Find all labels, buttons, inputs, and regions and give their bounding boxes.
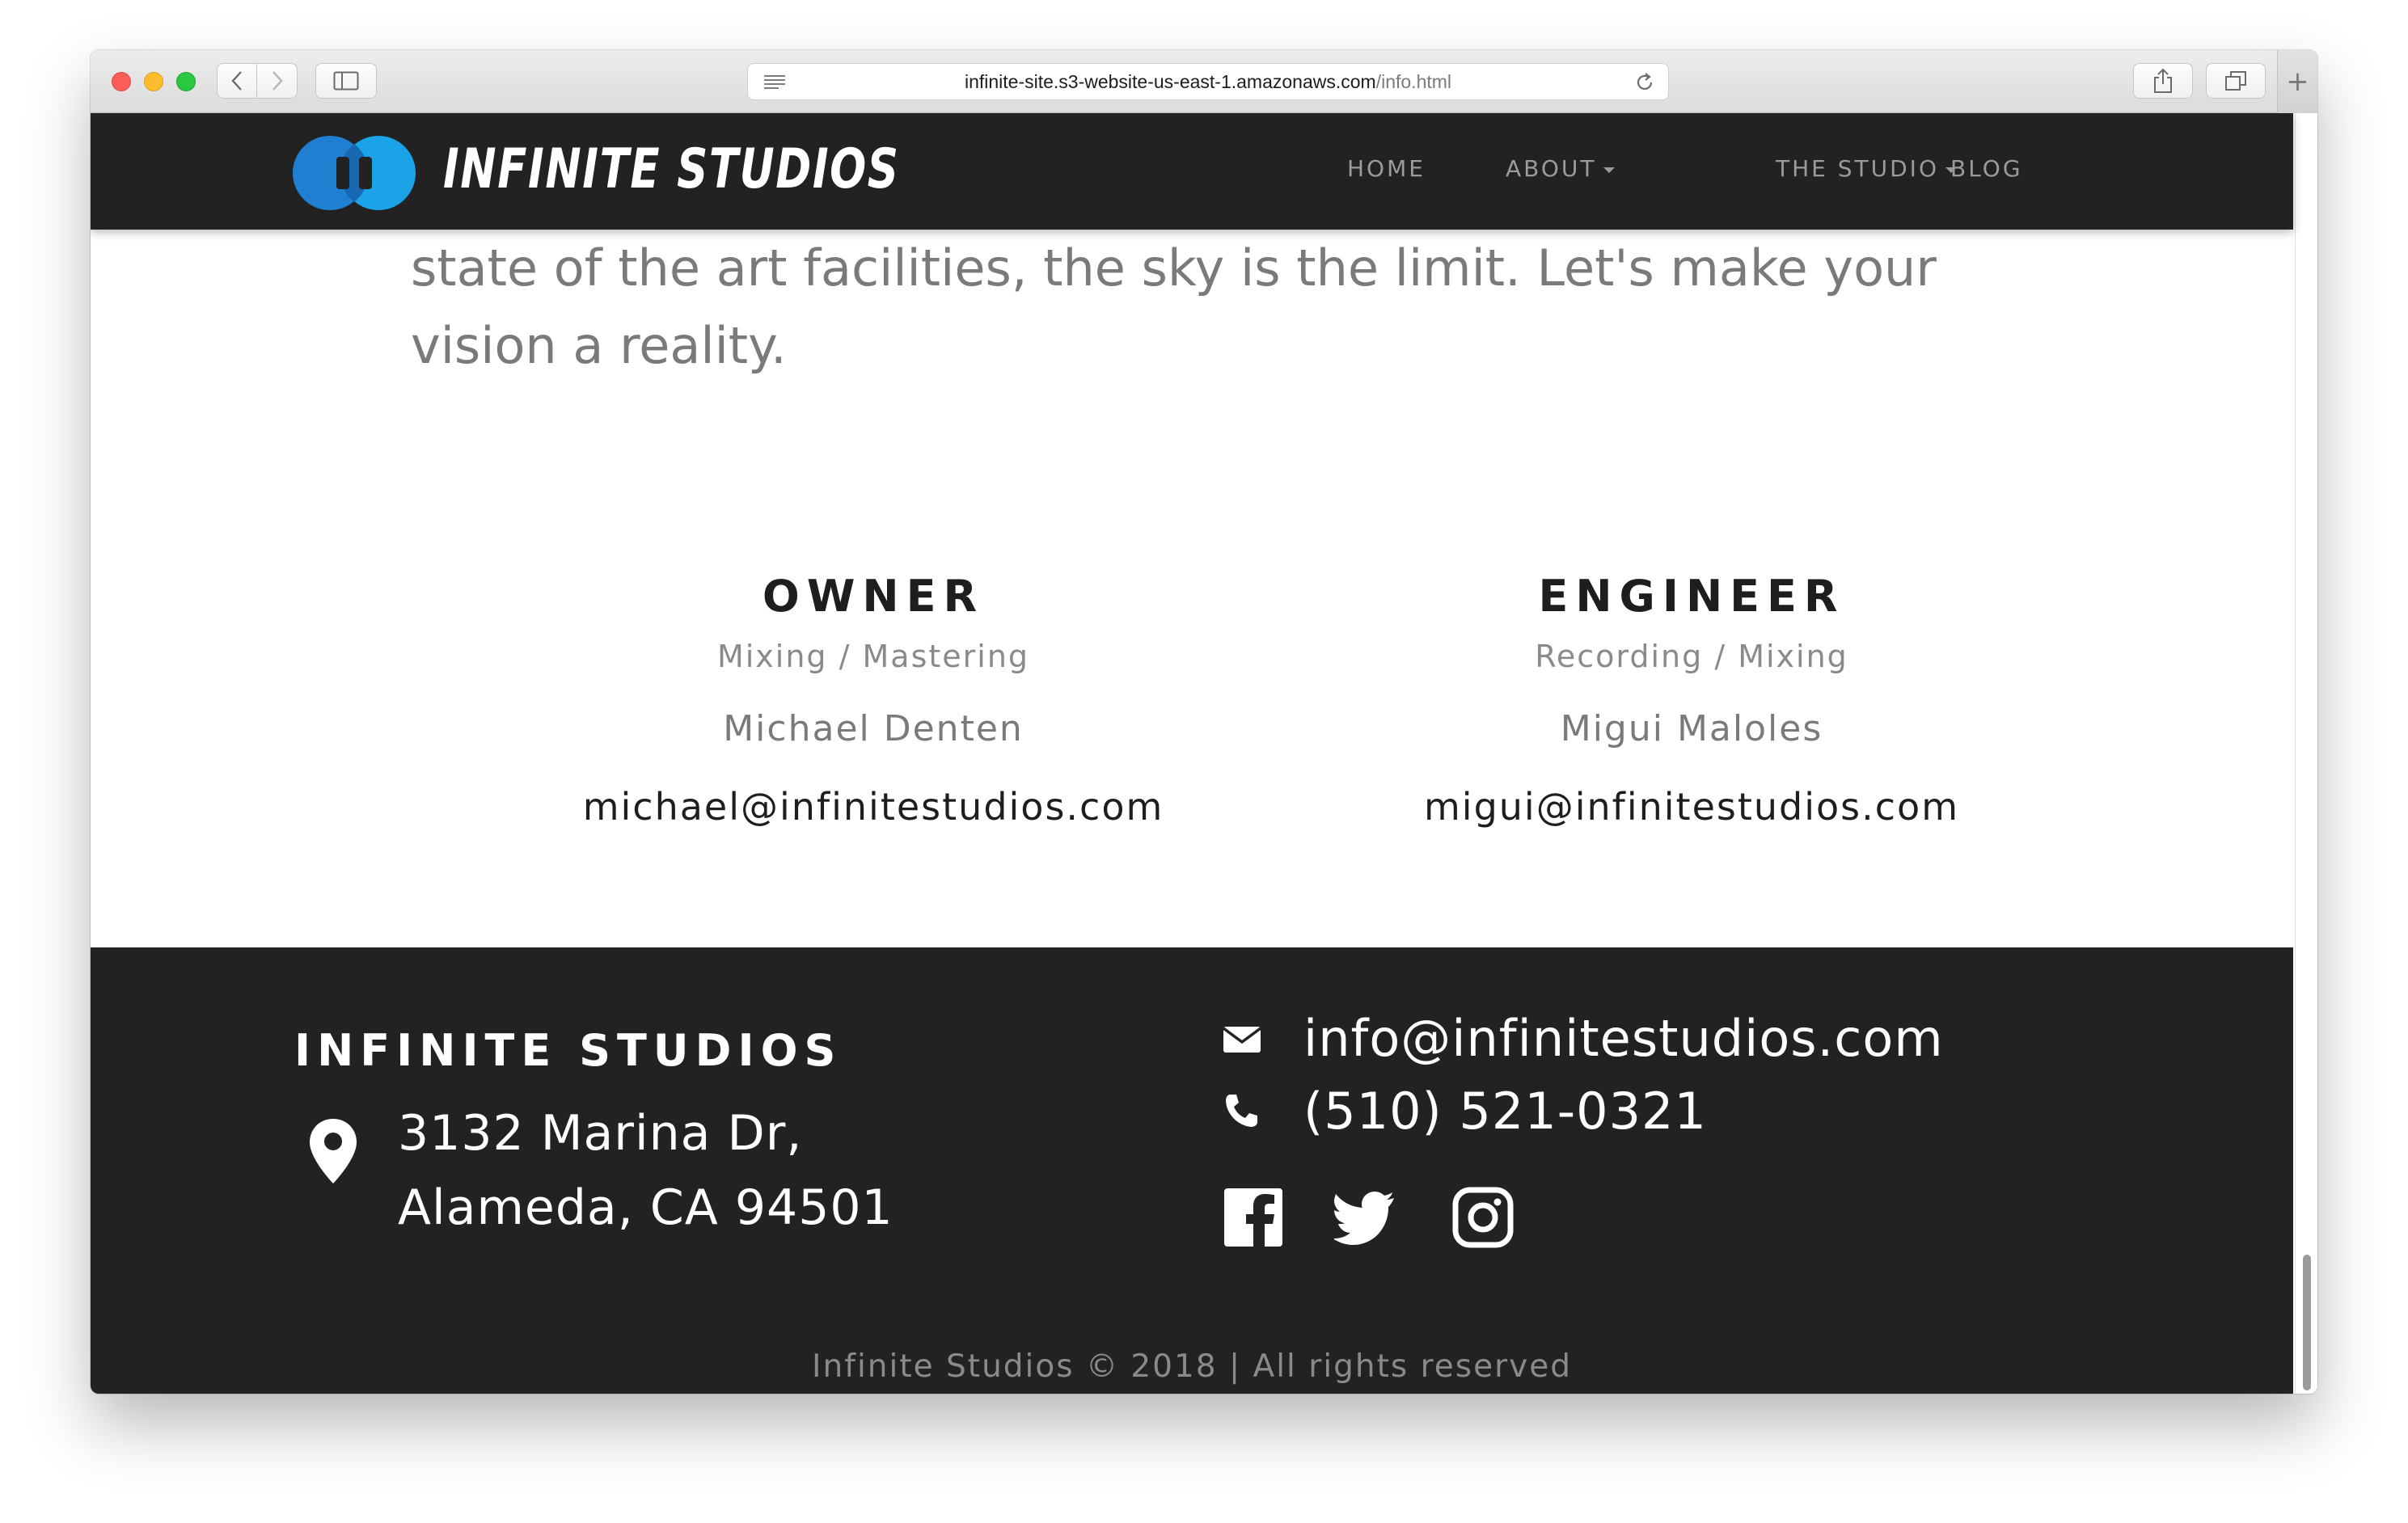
chevron-left-icon: [231, 71, 242, 91]
staff-card-engineer: ENGINEER Recording / Mixing Migui Malole…: [1360, 566, 2023, 831]
intro-line-2: vision a reality.: [411, 316, 787, 375]
caret-down-icon: [1603, 167, 1615, 173]
instagram-icon[interactable]: [1452, 1187, 1514, 1248]
footer-address: 3132 Marina Dr, Alameda, CA 94501: [398, 1096, 893, 1245]
address-bar[interactable]: infinite-site.s3-website-us-east-1.amazo…: [747, 63, 1669, 100]
staff-role: OWNER: [762, 571, 985, 622]
tabs-icon: [2225, 71, 2246, 91]
copyright-text: Infinite Studios © 2018 | All rights res…: [812, 1348, 1572, 1385]
footer-email[interactable]: info@infinitestudios.com: [1303, 1009, 1944, 1068]
back-button[interactable]: [217, 63, 257, 99]
page-viewport[interactable]: INFINITE STUDIOS HOME ABOUT THE STUDIO B…: [91, 113, 2317, 1394]
share-icon: [2154, 68, 2172, 93]
staff-email[interactable]: migui@infinitestudios.com: [1360, 783, 2023, 831]
forward-button[interactable]: [257, 63, 298, 99]
nav-the-studio-label: THE STUDIO: [1776, 155, 1939, 182]
staff-skills: Mixing / Mastering: [716, 639, 1030, 674]
intro-paragraph: state of the art facilities, the sky is …: [411, 230, 2012, 385]
sidebar-toggle-button[interactable]: [315, 63, 377, 99]
show-tabs-button[interactable]: [2206, 63, 2266, 99]
zoom-window-button[interactable]: [176, 72, 196, 91]
share-button[interactable]: [2133, 63, 2193, 99]
nav-the-studio[interactable]: THE STUDIO: [1776, 155, 1957, 182]
site-header: INFINITE STUDIOS HOME ABOUT THE STUDIO B…: [91, 113, 2293, 230]
nav-about-label: ABOUT: [1506, 155, 1597, 182]
reload-icon[interactable]: [1634, 72, 1655, 93]
nav-home[interactable]: HOME: [1347, 155, 1426, 182]
footer-phone[interactable]: (510) 521-0321: [1303, 1082, 1707, 1141]
intro-line-1: state of the art facilities, the sky is …: [411, 238, 1937, 297]
site-footer: INFINITE STUDIOS 3132 Marina Dr, Alameda…: [91, 947, 2293, 1394]
new-tab-button[interactable]: +: [2277, 50, 2317, 113]
staff-email[interactable]: michael@infinitestudios.com: [542, 783, 1205, 831]
browser-toolbar: infinite-site.s3-website-us-east-1.amazo…: [91, 50, 2317, 113]
infinite-logo-icon[interactable]: [293, 134, 416, 212]
close-window-button[interactable]: [112, 72, 131, 91]
staff-role: ENGINEER: [1538, 571, 1845, 622]
plus-icon: +: [2286, 65, 2309, 98]
address-line-2: Alameda, CA 94501: [398, 1179, 893, 1236]
staff-name: Michael Denten: [723, 708, 1024, 749]
chevron-right-icon: [272, 71, 283, 91]
url-path: /info.html: [1375, 70, 1452, 92]
footer-title: INFINITE STUDIOS: [294, 1025, 843, 1076]
envelope-icon: [1223, 1027, 1261, 1053]
reader-icon[interactable]: [763, 74, 787, 90]
phone-icon: [1226, 1095, 1257, 1127]
site-logo-text[interactable]: INFINITE STUDIOS: [443, 137, 900, 201]
vertical-scrollbar[interactable]: [2295, 113, 2317, 1394]
nav-about[interactable]: ABOUT: [1506, 155, 1615, 182]
staff-skills: Recording / Mixing: [1535, 639, 1848, 674]
location-pin-icon: [310, 1119, 357, 1183]
twitter-icon[interactable]: [1334, 1187, 1396, 1248]
staff-card-owner: OWNER Mixing / Mastering Michael Denten …: [542, 566, 1205, 831]
address-line-1: 3132 Marina Dr,: [398, 1105, 803, 1162]
nav-blog[interactable]: BLOG: [1950, 155, 2023, 182]
facebook-icon[interactable]: [1223, 1187, 1284, 1248]
staff-name: Migui Maloles: [1560, 708, 1823, 749]
minimize-window-button[interactable]: [144, 72, 163, 91]
page-content: INFINITE STUDIOS HOME ABOUT THE STUDIO B…: [91, 113, 2293, 1394]
browser-window: infinite-site.s3-website-us-east-1.amazo…: [91, 50, 2317, 1394]
url-host: infinite-site.s3-website-us-east-1.amazo…: [964, 70, 1376, 92]
scrollbar-thumb[interactable]: [2303, 1255, 2311, 1390]
footer-email-row[interactable]: info@infinitestudios.com: [1223, 1006, 1944, 1070]
footer-phone-row[interactable]: (510) 521-0321: [1223, 1078, 1707, 1143]
sidebar-icon: [333, 71, 359, 91]
